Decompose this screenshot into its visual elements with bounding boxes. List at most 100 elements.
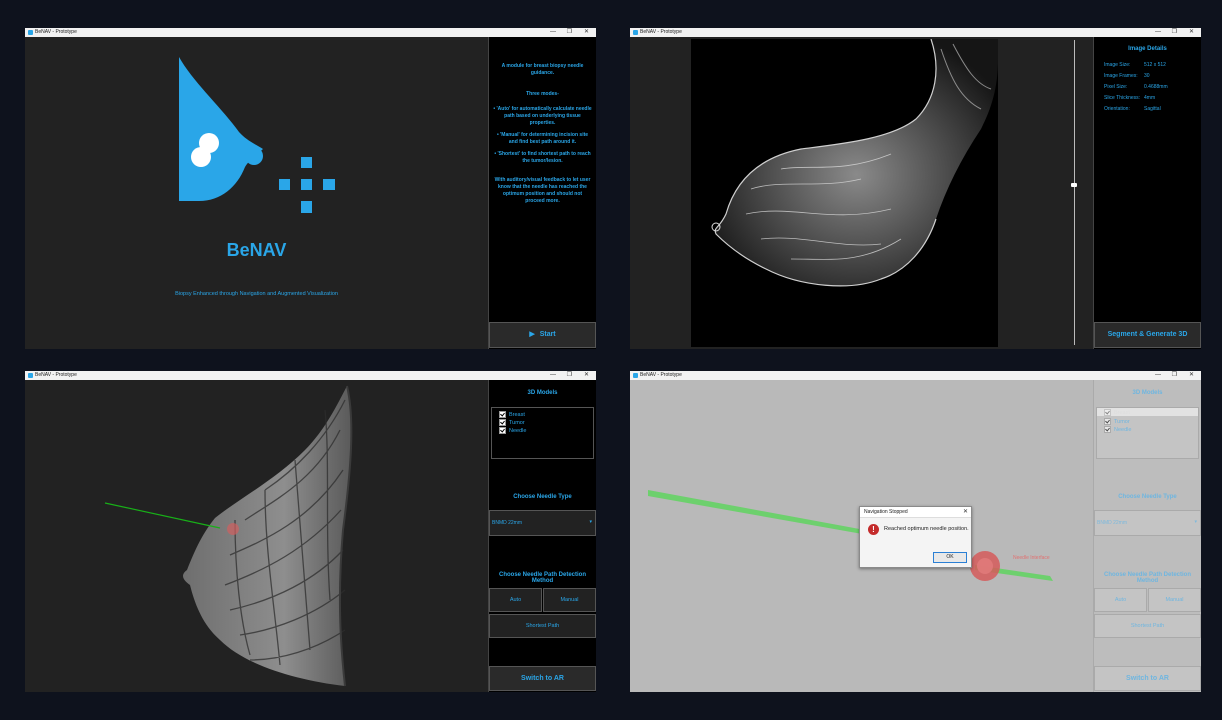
switch-ar-label: Switch to AR <box>521 675 564 682</box>
mri-image[interactable] <box>691 39 998 347</box>
auto-button[interactable]: Auto <box>1094 588 1147 612</box>
manual-button[interactable]: Manual <box>1148 588 1201 612</box>
info-mode-auto: • 'Auto' for automatically calculate nee… <box>493 106 592 126</box>
image-details-sidebar: Image Details Image Size: 512 x 512 Image … <box>1093 37 1201 349</box>
shortest-path-label: Shortest Path <box>1130 623 1165 629</box>
needle-type-title: Choose Needle Type <box>1118 494 1177 500</box>
navigation-viewport[interactable]: Needle Interface Navigation Stopped ✕ ! … <box>630 380 1093 692</box>
model-checkbox-needle[interactable]: Needle <box>499 427 526 434</box>
slice-slider-track[interactable] <box>1074 40 1075 345</box>
chevron-down-icon[interactable]: ▾ <box>1194 519 1197 525</box>
checkbox-icon[interactable] <box>499 427 506 434</box>
mri-viewport[interactable] <box>630 37 1093 349</box>
window-3d-model: BeNAV - Prototype — ❐ ✕ 3D Models Breast… <box>25 371 596 692</box>
ok-label: OK <box>946 554 954 560</box>
app-logo-icon <box>633 373 638 378</box>
play-icon: ▶ <box>529 331 535 338</box>
model-checkbox-tumor[interactable]: Tumor <box>499 419 525 426</box>
minimize-icon[interactable]: — <box>550 371 556 380</box>
maximize-icon[interactable]: ❐ <box>567 371 572 380</box>
start-label: Start <box>539 331 556 338</box>
detection-method-title: Choose Needle Path Detection Method <box>1103 572 1192 584</box>
model-checkbox-breast[interactable]: Breast <box>499 411 525 418</box>
close-icon[interactable]: ✕ <box>584 28 589 37</box>
image-detail-label: Image Frames: <box>1104 73 1138 79</box>
manual-label: Manual <box>1165 597 1184 603</box>
controls-sidebar: 3D Models Breast Tumor Needle Choose Nee… <box>488 380 596 692</box>
model-label: Needle <box>509 427 527 434</box>
info-modes-title: Three modes- <box>526 91 559 97</box>
dialog-message: Reached optimum needle position. <box>884 526 969 532</box>
image-detail-value: 4mm <box>1144 95 1156 101</box>
models-title: 3D Models <box>1132 390 1163 396</box>
image-detail-label: Image Size: <box>1104 62 1131 68</box>
models-list: Breast Tumor Needle <box>1096 407 1199 459</box>
title-bar: BeNAV - Prototype — ❐ ✕ <box>25 371 596 380</box>
switch-ar-label: Switch to AR <box>1126 675 1169 682</box>
checkbox-icon[interactable] <box>1104 418 1111 425</box>
switch-ar-button[interactable]: Switch to AR <box>489 666 596 691</box>
model-label: Needle <box>1114 426 1132 433</box>
shortest-path-button[interactable]: Shortest Path <box>1094 614 1201 638</box>
shortest-path-button[interactable]: Shortest Path <box>489 614 596 638</box>
model-checkbox-tumor[interactable]: Tumor <box>1104 418 1130 425</box>
model-label: Breast <box>1114 409 1130 416</box>
error-icon: ! <box>868 524 879 535</box>
info-mode-shortest: • 'Shortest' to find shortest path to re… <box>494 151 591 164</box>
app-name: BeNAV <box>226 240 287 260</box>
needle-type-value: BNMD 22mm <box>1097 520 1128 526</box>
close-icon[interactable]: ✕ <box>584 371 589 380</box>
info-intro: A module for breast biopsy needle guidan… <box>501 63 584 76</box>
tumor-label: Needle Interface <box>1013 555 1050 561</box>
chevron-down-icon[interactable]: ▾ <box>589 519 592 525</box>
detection-method-title: Choose Needle Path Detection Method <box>498 572 587 584</box>
dialog-title: Navigation Stopped <box>864 509 908 515</box>
needle-type-select[interactable]: BNMD 22mm ▾ <box>489 510 596 536</box>
maximize-icon[interactable]: ❐ <box>567 28 572 37</box>
window-title: BeNAV - Prototype <box>640 372 682 378</box>
dialog-close-icon[interactable]: ✕ <box>963 508 968 515</box>
maximize-icon[interactable]: ❐ <box>1172 28 1177 37</box>
needle-type-select[interactable]: BNMD 22mm ▾ <box>1094 510 1201 536</box>
model-label: Breast <box>509 411 525 418</box>
window-welcome: BeNAV - Prototype — ❐ ✕ BeNAV Biopsy Enh… <box>25 28 596 349</box>
checkbox-icon[interactable] <box>1104 409 1111 416</box>
mri-breast-slice <box>711 39 998 287</box>
info-mode-manual: • 'Manual' for determining incision site… <box>496 132 589 145</box>
minimize-icon[interactable]: — <box>1155 371 1161 380</box>
manual-button[interactable]: Manual <box>543 588 596 612</box>
image-detail-row: Pixel Size: 0.4688mm <box>1104 84 1201 94</box>
model-label: Tumor <box>1114 418 1130 425</box>
needle-type-value: BNMD 22mm <box>492 520 523 526</box>
image-detail-row: Slice Thickness: 4mm <box>1104 95 1201 105</box>
close-icon[interactable]: ✕ <box>1189 371 1194 380</box>
app-logo-icon <box>633 30 638 35</box>
model-checkbox-needle[interactable]: Needle <box>1104 426 1131 433</box>
segment-generate-button[interactable]: Segment & Generate 3D <box>1094 322 1201 348</box>
checkbox-icon[interactable] <box>1104 426 1111 433</box>
image-detail-value: Sagittal <box>1144 106 1161 112</box>
needle-line <box>104 502 221 529</box>
controls-sidebar-disabled: 3D Models Breast Tumor Needle Choose Nee… <box>1093 380 1201 692</box>
close-icon[interactable]: ✕ <box>1189 28 1194 37</box>
title-bar: BeNAV - Prototype — ❐ ✕ <box>630 371 1201 380</box>
segment-generate-label: Segment & Generate 3D <box>1107 331 1188 338</box>
maximize-icon[interactable]: ❐ <box>1172 371 1177 380</box>
switch-ar-button[interactable]: Switch to AR <box>1094 666 1201 691</box>
model-label: Tumor <box>509 419 525 426</box>
image-detail-value: 512 x 512 <box>1144 62 1166 68</box>
3d-viewport[interactable] <box>25 380 488 692</box>
model-checkbox-breast-label[interactable]: Breast <box>1104 409 1130 416</box>
minimize-icon[interactable]: — <box>550 28 556 37</box>
slice-slider-handle[interactable] <box>1071 183 1077 187</box>
image-details-title: Image Details <box>1128 46 1167 52</box>
dialog-ok-button[interactable]: OK <box>933 552 967 563</box>
manual-label: Manual <box>560 597 579 603</box>
checkbox-icon[interactable] <box>499 419 506 426</box>
auto-button[interactable]: Auto <box>489 588 542 612</box>
title-bar: BeNAV - Prototype — ❐ ✕ <box>630 28 1201 37</box>
start-button[interactable]: ▶ Start <box>489 322 596 348</box>
minimize-icon[interactable]: — <box>1155 28 1161 37</box>
checkbox-icon[interactable] <box>499 411 506 418</box>
window-title: BeNAV - Prototype <box>35 372 77 378</box>
